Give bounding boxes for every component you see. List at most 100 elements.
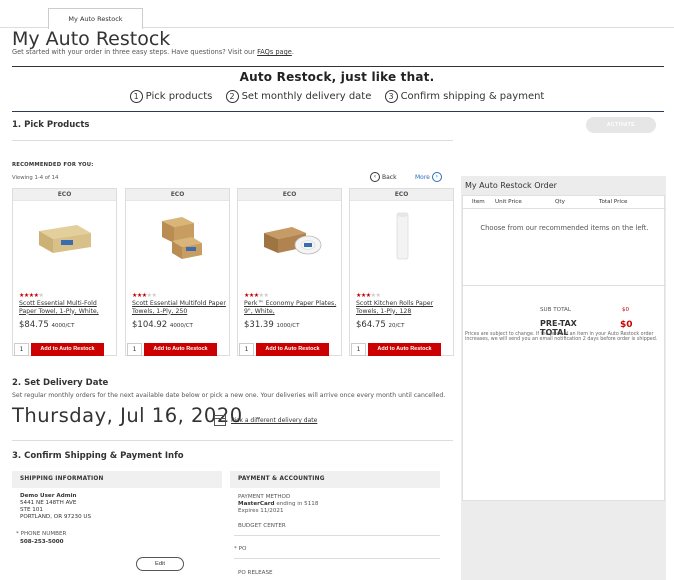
step-number: 2	[225, 90, 239, 103]
product-card[interactable]: ECO ★★★★★ Scott Essential Multifold Pape…	[125, 188, 230, 356]
add-to-auto-restock-button[interactable]: Add to Auto Restock	[144, 343, 217, 356]
viewing-count: Viewing 1-4 of 14	[12, 175, 59, 181]
tab-bar: My Auto Restock	[0, 0, 674, 29]
col-item: Item	[472, 199, 485, 205]
delivery-date: Thursday, Jul 16, 2020	[12, 404, 243, 427]
product-price: $64.75 20/CT	[356, 320, 405, 330]
product-image	[264, 227, 322, 255]
eco-badge: ECO	[126, 189, 229, 201]
po-divider	[234, 558, 440, 559]
ship-name: Demo User Admin	[20, 493, 77, 499]
calendar-icon[interactable]	[214, 415, 226, 426]
edit-shipping-button[interactable]: Edit	[136, 557, 184, 571]
chevron-right-icon: ›	[431, 172, 442, 182]
section-pick-products-title: 1. Pick Products	[12, 120, 90, 130]
page-subtitle-end: .	[291, 48, 294, 56]
faq-link[interactable]: FAQs page	[257, 48, 292, 56]
add-to-auto-restock-button[interactable]: Add to Auto Restock	[368, 343, 441, 356]
quantity-input[interactable]: 1	[239, 343, 254, 356]
page-subtitle-text: Get started with your order in three eas…	[12, 48, 255, 56]
totals-divider	[463, 285, 666, 286]
quantity-input[interactable]: 1	[14, 343, 29, 356]
price-unit: 4000/CT	[169, 323, 193, 329]
product-image	[396, 212, 409, 260]
product-name[interactable]: Scott Essential Multifold Paper Towels, …	[132, 300, 228, 315]
budget-center-label[interactable]: BUDGET CENTER	[238, 523, 286, 530]
phone-number: 508-253-5000	[20, 539, 64, 545]
eco-badge: ECO	[350, 189, 453, 201]
hero-title: Auto Restock, just like that.	[239, 70, 435, 84]
product-image	[162, 217, 202, 259]
page-subtitle: Get started with your order in three eas…	[12, 48, 294, 56]
header-divider	[12, 66, 664, 67]
section2-divider	[12, 440, 453, 441]
product-card[interactable]: ECO ★★★★★ Perk™ Economy Paper Plates, 9"…	[237, 188, 342, 356]
price-unit: 20/CT	[388, 323, 405, 329]
quantity-input[interactable]: 1	[127, 343, 142, 356]
payment-card: MasterCard ending in 5118	[238, 501, 318, 508]
add-to-auto-restock-button[interactable]: Add to Auto Restock	[256, 343, 329, 356]
budget-divider	[234, 535, 440, 536]
hero-divider	[12, 111, 664, 112]
rating-stars: ★★★★★	[19, 292, 44, 299]
col-total-price: Total Price	[599, 199, 628, 205]
payment-method-label: PAYMENT METHOD	[238, 494, 291, 500]
ship-addr1: 5441 NE 148TH AVE	[20, 500, 77, 506]
section-delivery-date-title: 2. Set Delivery Date	[12, 378, 109, 388]
chevron-left-icon: ‹	[370, 172, 380, 182]
product-price: $104.92 4000/CT	[132, 320, 193, 330]
auto-restock-order-panel: My Auto Restock Order Item Unit Price Qt…	[461, 176, 666, 580]
product-name[interactable]: Scott Kitchen Rolls Paper Towels, 1-Ply,…	[356, 300, 452, 315]
payment-accounting-header: PAYMENT & ACCOUNTING	[230, 471, 440, 488]
order-columns: Item Unit Price Qty Total Price	[463, 196, 666, 209]
pretax-total-value: $0	[620, 320, 633, 330]
step-1: 1 Pick products	[129, 90, 213, 103]
delivery-subtitle: Set regular monthly orders for the next …	[12, 392, 446, 399]
product-card[interactable]: ECO ★★★★★ Scott Kitchen Rolls Paper Towe…	[349, 188, 454, 356]
product-image	[39, 225, 91, 253]
price-unit: 4000/CT	[51, 323, 75, 329]
pick-date-link[interactable]: Pick a different delivery date	[231, 417, 317, 424]
price-unit: 1000/CT	[276, 323, 300, 329]
product-name[interactable]: Perk™ Economy Paper Plates, 9", White,	[244, 300, 340, 315]
back-button[interactable]: ‹ Back	[370, 172, 397, 182]
step-number: 1	[129, 90, 143, 103]
page-title: My Auto Restock	[12, 28, 171, 50]
price-value: $31.39	[244, 320, 274, 330]
tab-my-auto-restock[interactable]: My Auto Restock	[48, 8, 143, 29]
col-unit-price: Unit Price	[495, 199, 522, 205]
step-3: 3 Confirm shipping & payment	[384, 90, 544, 103]
quantity-input[interactable]: 1	[351, 343, 366, 356]
po-label[interactable]: * PO	[234, 546, 246, 553]
card-ending: ending in 5118	[274, 501, 319, 507]
more-button[interactable]: More ›	[415, 172, 442, 182]
product-name[interactable]: Scott Essential Multi-Fold Paper Towel, …	[19, 300, 115, 315]
card-expires: Expires 11/2021	[238, 508, 284, 514]
product-price: $84.75 4000/CT	[19, 320, 75, 330]
activate-button[interactable]: ACTIVATE	[586, 117, 656, 133]
rating-stars: ★★★★★	[244, 292, 269, 299]
product-card[interactable]: ECO ★★★★★ Scott Essential Multi-Fold Pap…	[12, 188, 117, 356]
step-label: Set monthly delivery date	[241, 91, 372, 102]
ship-addr2: STE 101	[20, 507, 43, 513]
recommended-label: RECOMMENDED FOR YOU:	[12, 162, 94, 168]
order-panel-body: Item Unit Price Qty Total Price Choose f…	[462, 195, 666, 501]
phone-label: * PHONE NUMBER	[16, 531, 67, 537]
eco-badge: ECO	[238, 189, 341, 201]
back-label: Back	[382, 173, 397, 181]
subtotal-value: $0	[622, 307, 630, 313]
add-to-auto-restock-button[interactable]: Add to Auto Restock	[31, 343, 104, 356]
subtotal-label: SUB TOTAL	[540, 307, 572, 313]
section-confirm-title: 3. Confirm Shipping & Payment Info	[12, 451, 184, 461]
shipping-info-header: SHIPPING INFORMATION	[12, 471, 222, 488]
po-release-label[interactable]: PO RELEASE	[238, 570, 273, 577]
price-value: $84.75	[19, 320, 49, 330]
card-brand: MasterCard	[238, 501, 275, 507]
price-value: $64.75	[356, 320, 386, 330]
steps-row: 1 Pick products 2 Set monthly delivery dat…	[0, 90, 674, 103]
step-2: 2 Set monthly delivery date	[225, 90, 372, 103]
col-qty: Qty	[555, 199, 565, 205]
step-label: Pick products	[145, 91, 213, 102]
rating-stars: ★★★★★	[356, 292, 381, 299]
price-value: $104.92	[132, 320, 168, 330]
